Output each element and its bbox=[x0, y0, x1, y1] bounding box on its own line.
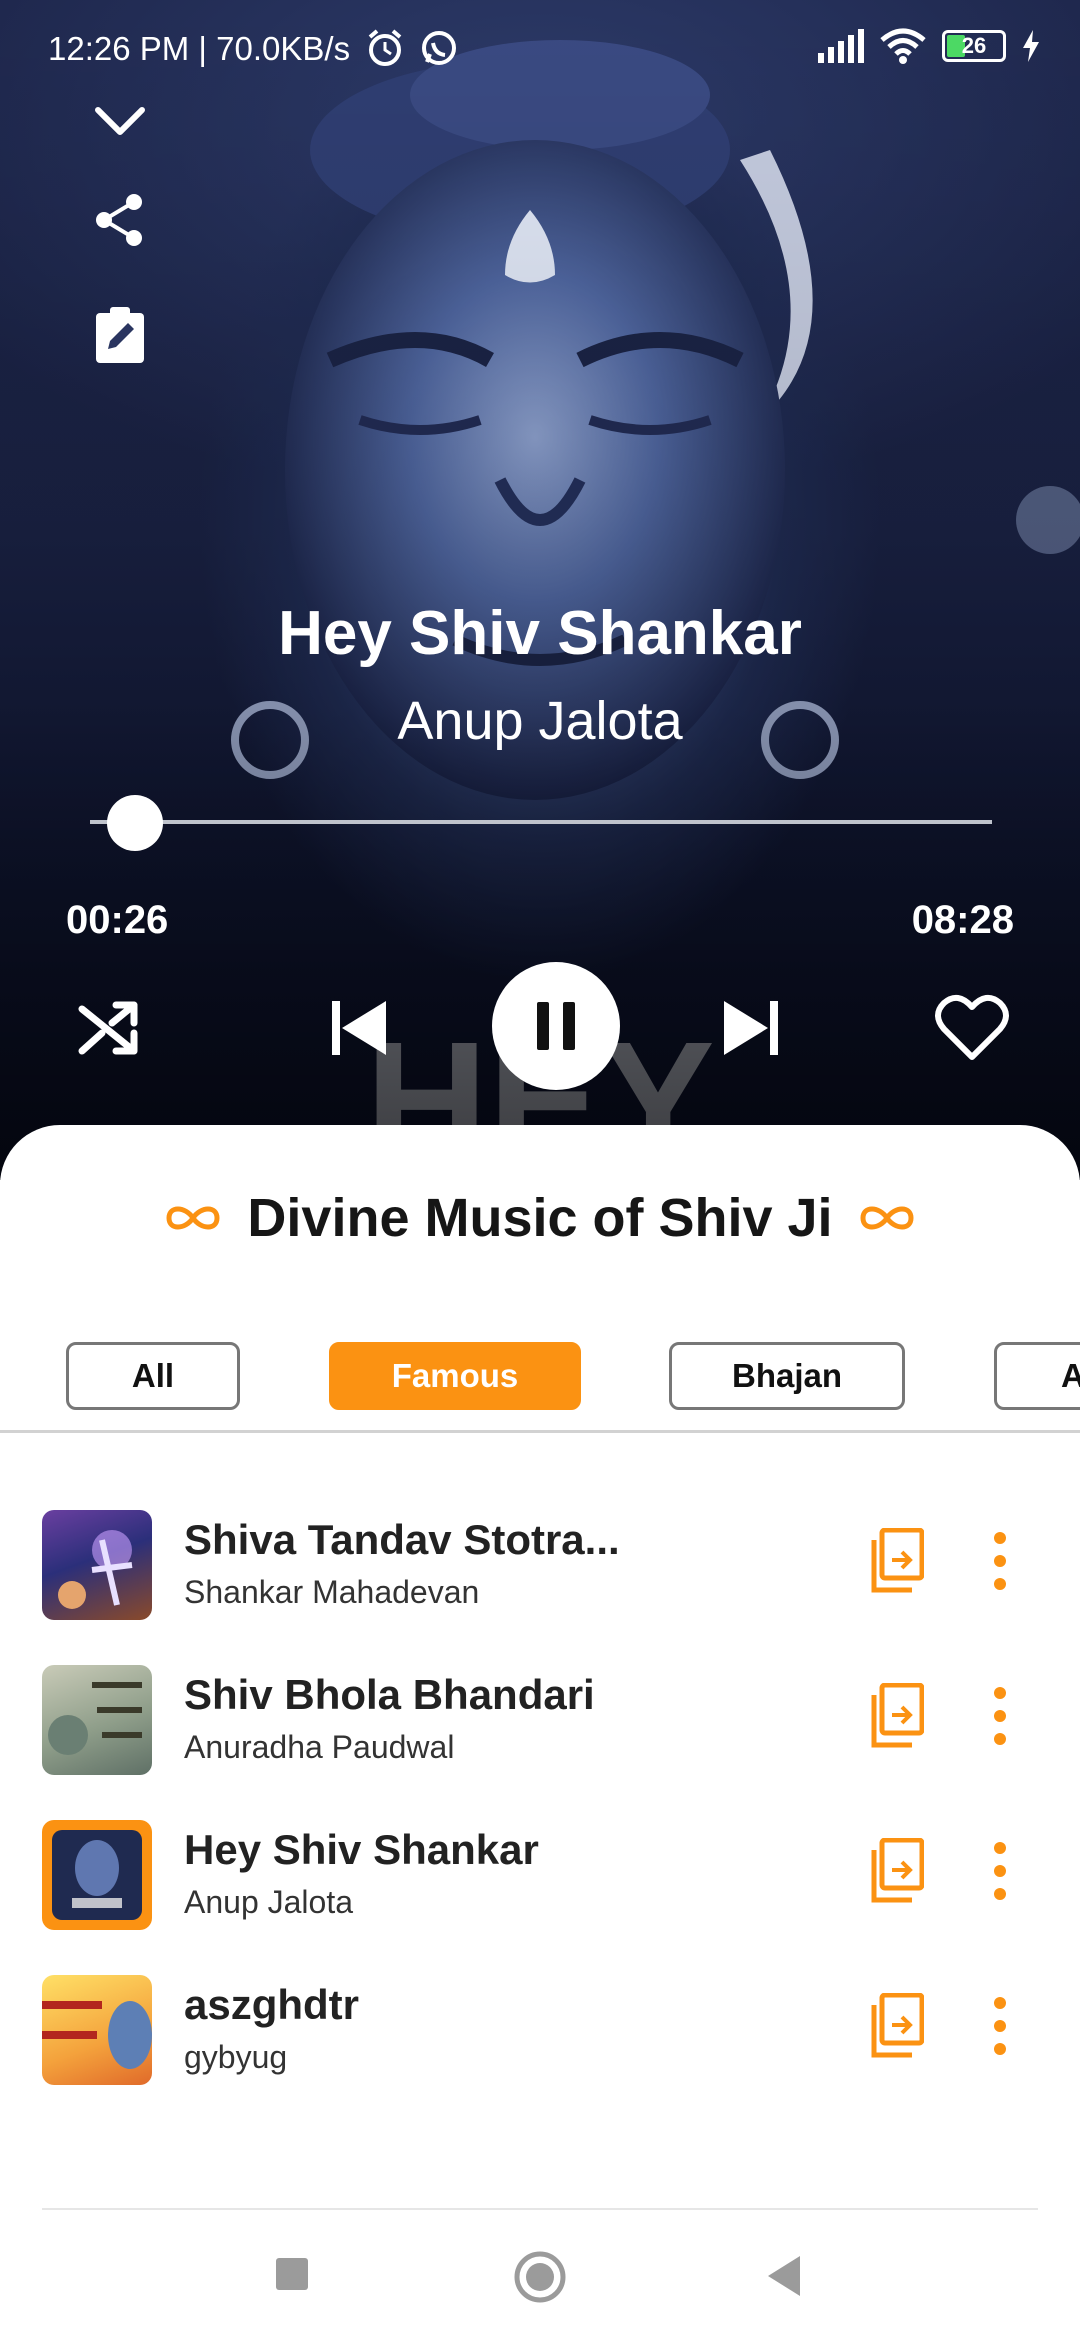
playlist-sheet: Divine Music of Shiv Ji All Famous Bhaja… bbox=[0, 1125, 1080, 2340]
share-icon[interactable] bbox=[90, 190, 150, 250]
seek-bar-track[interactable] bbox=[90, 820, 992, 824]
song-thumbnail bbox=[42, 1510, 152, 1620]
tab-all[interactable]: All bbox=[66, 1342, 240, 1410]
favorite-button[interactable] bbox=[932, 968, 1012, 1088]
status-time: 12:26 PM | 70.0KB/s bbox=[48, 30, 351, 67]
song-title: Shiv Bhola Bhandari bbox=[184, 1671, 595, 1718]
song-thumbnail bbox=[42, 1820, 152, 1930]
navbar-divider bbox=[42, 2208, 1038, 2210]
song-list-item[interactable]: Shiv Bhola Bhandari Anuradha Paudwal bbox=[0, 1655, 1080, 1795]
previous-icon bbox=[332, 1001, 386, 1055]
now-playing-title: Hey Shiv Shankar bbox=[278, 599, 802, 668]
song-artist: Anuradha Paudwal bbox=[184, 1729, 455, 1765]
now-playing-artist: Anup Jalota bbox=[397, 691, 683, 751]
wifi-icon bbox=[880, 28, 926, 64]
add-to-queue-icon[interactable] bbox=[868, 1683, 924, 1749]
system-navigation-bar bbox=[0, 2230, 1080, 2340]
next-icon bbox=[724, 1001, 778, 1055]
song-title: Shiva Tandav Stotra... bbox=[184, 1516, 620, 1563]
playlist-header: Divine Music of Shiv Ji bbox=[0, 1187, 1080, 1249]
play-pause-button[interactable] bbox=[492, 962, 620, 1090]
tab-partial[interactable]: A bbox=[994, 1342, 1080, 1410]
playlist-title: Divine Music of Shiv Ji bbox=[247, 1188, 833, 1248]
charging-bolt-icon bbox=[1023, 30, 1039, 62]
tabs-divider bbox=[0, 1430, 1080, 1433]
more-options-icon[interactable] bbox=[985, 1838, 1015, 1904]
next-track-button[interactable] bbox=[718, 968, 784, 1088]
status-bar: 12:26 PM | 70.0KB/s 26 bbox=[0, 0, 1080, 100]
edit-clipboard-icon[interactable] bbox=[90, 305, 150, 365]
collapse-chevron-icon[interactable] bbox=[90, 90, 150, 150]
pause-icon bbox=[537, 1002, 575, 1050]
current-time: 00:26 bbox=[66, 898, 169, 942]
add-to-queue-icon[interactable] bbox=[868, 1528, 924, 1594]
more-options-icon[interactable] bbox=[985, 1683, 1015, 1749]
shuffle-button[interactable] bbox=[76, 968, 142, 1088]
song-artist: Shankar Mahadevan bbox=[184, 1574, 480, 1610]
add-to-queue-icon[interactable] bbox=[868, 1838, 924, 1904]
whatsapp-icon bbox=[422, 31, 456, 65]
song-thumbnail bbox=[42, 1665, 152, 1775]
back-triangle-icon[interactable] bbox=[764, 2254, 804, 2298]
add-to-queue-icon[interactable] bbox=[868, 1993, 924, 2059]
song-artist: Anup Jalota bbox=[184, 1884, 354, 1920]
seek-bar-thumb[interactable] bbox=[107, 795, 164, 851]
song-thumbnail bbox=[42, 1975, 152, 2085]
alarm-icon bbox=[368, 29, 402, 66]
recents-square-icon[interactable] bbox=[274, 2256, 310, 2292]
battery-level: 26 bbox=[961, 33, 987, 58]
total-duration: 08:28 bbox=[911, 898, 1014, 942]
song-artist: gybyug bbox=[184, 2039, 288, 2075]
song-list-item[interactable]: Hey Shiv Shankar Anup Jalota bbox=[0, 1810, 1080, 1950]
status-system-icons: 26 bbox=[816, 28, 1040, 64]
tab-bhajan[interactable]: Bhajan bbox=[669, 1342, 905, 1410]
home-circle-icon[interactable] bbox=[513, 2250, 567, 2304]
song-list-item[interactable]: aszghdtr gybyug bbox=[0, 1965, 1080, 2105]
battery-indicator: 26 bbox=[942, 30, 1006, 62]
heart-icon bbox=[935, 994, 1009, 1060]
shuffle-icon bbox=[78, 1001, 138, 1055]
more-options-icon[interactable] bbox=[985, 1993, 1015, 2059]
player-panel: HEY 12:26 PM | 70.0KB/s 26 Hey Shiv Shan… bbox=[0, 0, 1080, 1180]
tab-famous[interactable]: Famous bbox=[329, 1342, 581, 1410]
song-title: Hey Shiv Shankar bbox=[184, 1826, 539, 1873]
previous-track-button[interactable] bbox=[326, 968, 392, 1088]
infinity-icon bbox=[860, 1206, 914, 1230]
status-notification-icons bbox=[365, 28, 459, 68]
infinity-icon bbox=[166, 1206, 220, 1230]
song-title: aszghdtr bbox=[184, 1981, 360, 2028]
song-list-item[interactable]: Shiva Tandav Stotra... Shankar Mahadevan bbox=[0, 1500, 1080, 1640]
more-options-icon[interactable] bbox=[985, 1528, 1015, 1594]
signal-icon bbox=[818, 29, 864, 63]
category-tabs: All Famous Bhajan A bbox=[0, 1342, 1080, 1412]
